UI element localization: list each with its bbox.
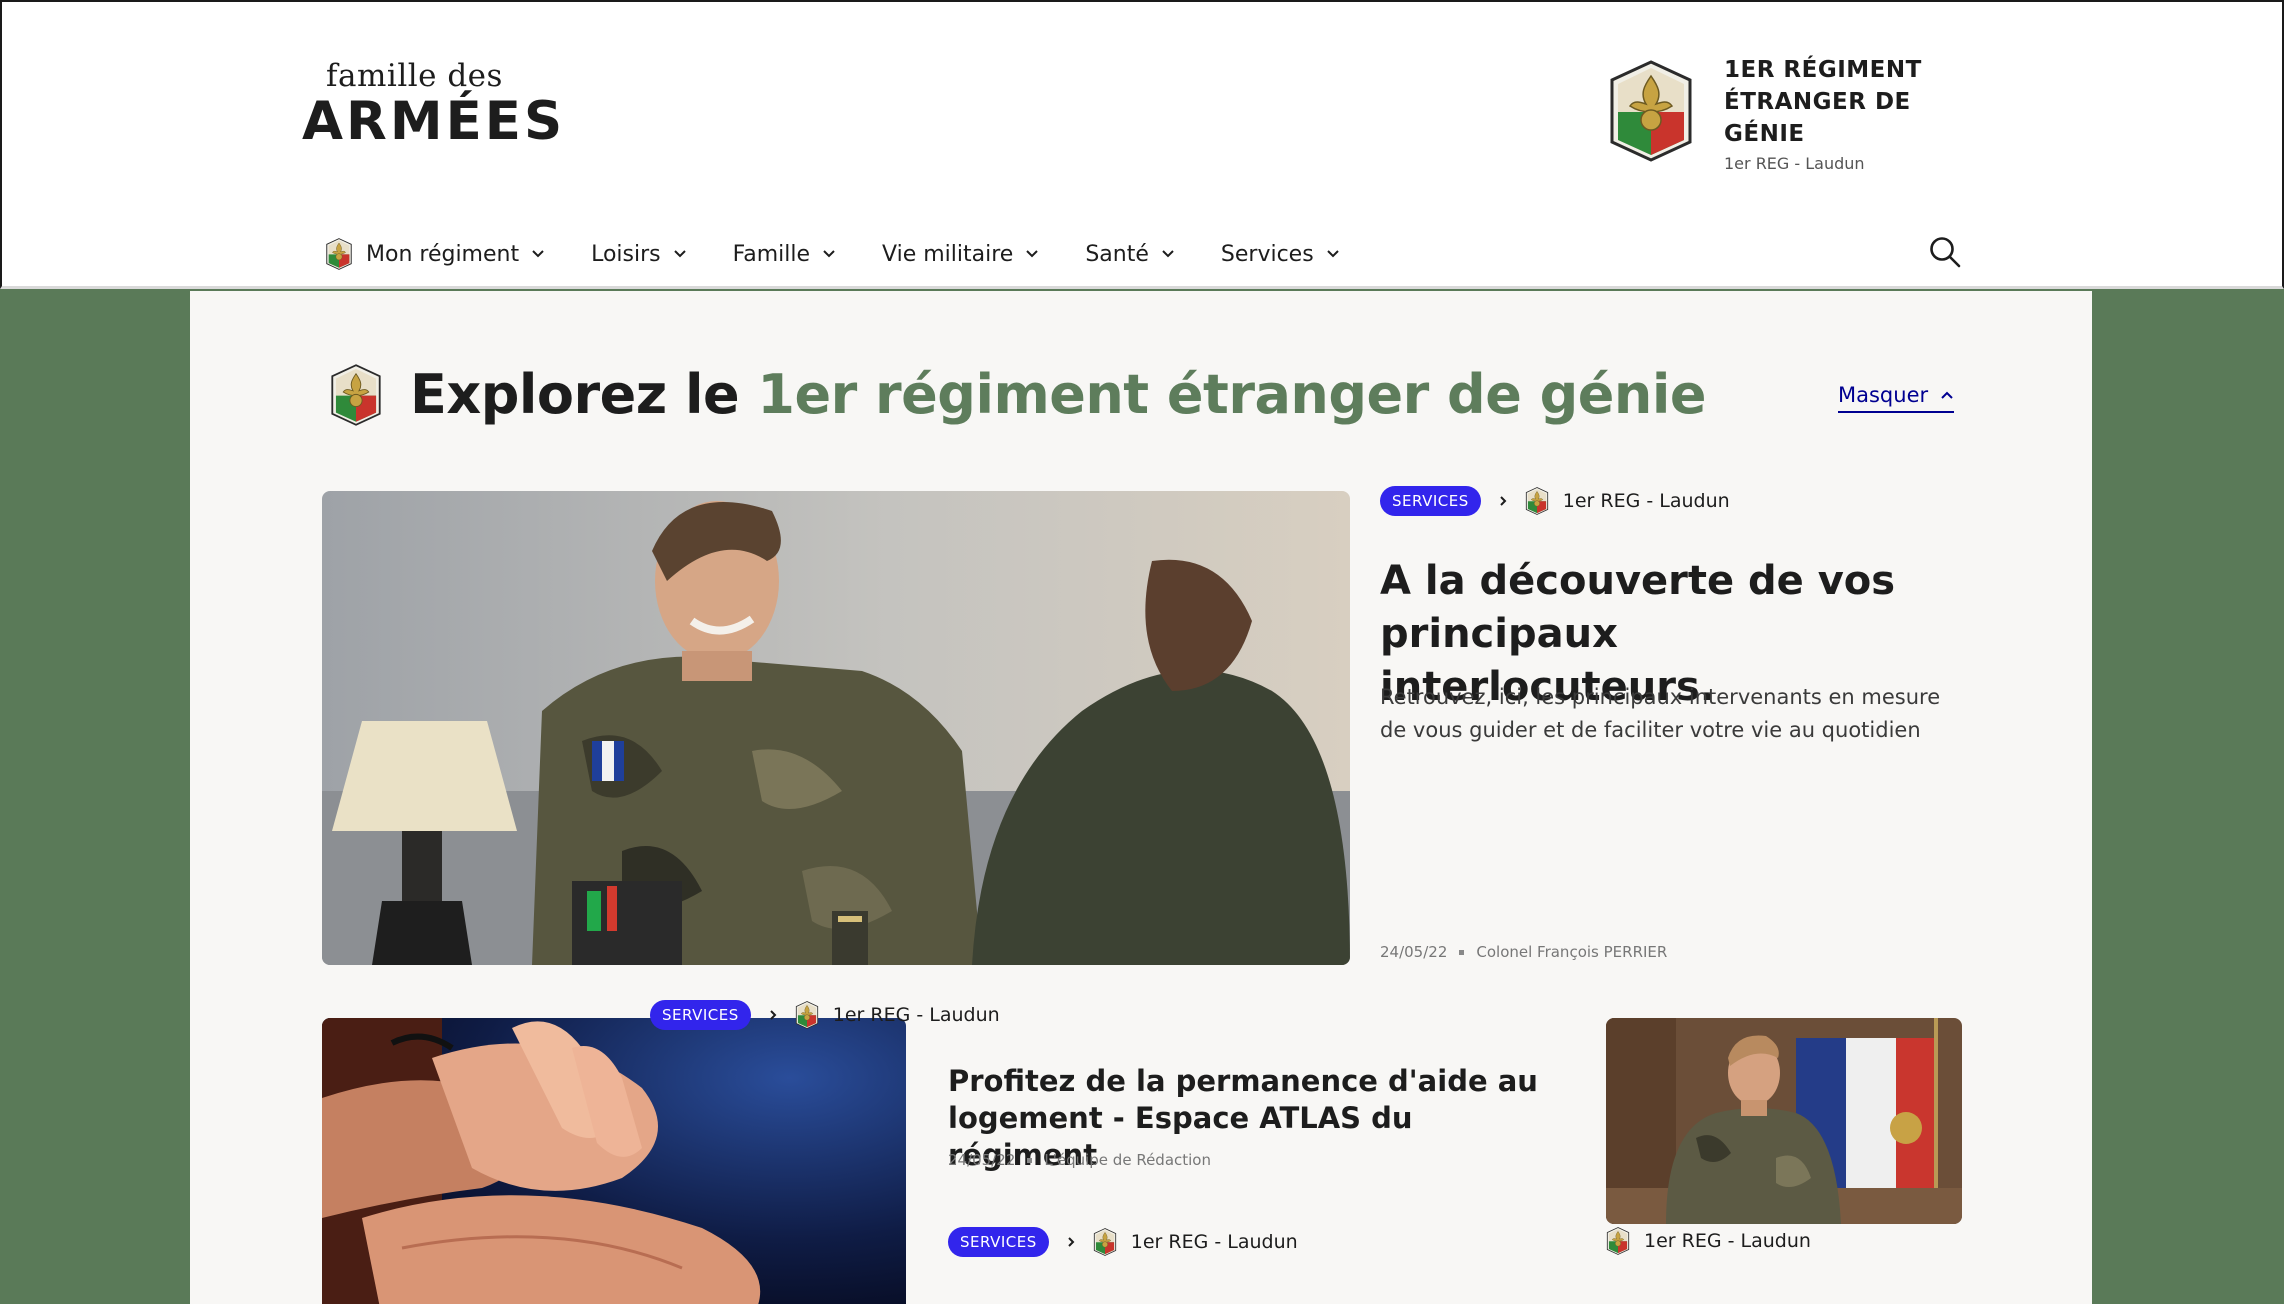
chevron-right-icon xyxy=(1068,1237,1075,1247)
soldier-photo xyxy=(322,491,1350,965)
featured-article-image[interactable] xyxy=(322,491,1350,965)
regiment-badge-icon xyxy=(795,1001,819,1029)
chevron-right-icon xyxy=(770,1010,777,1020)
article-2-meta-row: SERVICES 1er REG - Laudun xyxy=(948,1227,1298,1257)
category-tag[interactable]: SERVICES xyxy=(650,1000,751,1030)
chevron-down-icon xyxy=(1326,250,1339,258)
page-title-prefix: Explorez le xyxy=(410,363,758,426)
featured-article-description: Retrouvez, ici, les principaux intervena… xyxy=(1380,685,1941,742)
nav-item-label: Services xyxy=(1220,241,1314,267)
chevron-down-icon xyxy=(532,250,544,258)
explore-heading: Explorez le 1er régiment étranger de gén… xyxy=(330,363,1706,426)
site-logo[interactable]: famille des ARMÉES xyxy=(302,58,562,150)
article-date: 24/05/22 xyxy=(948,1151,1016,1169)
page-title: Explorez le 1er régiment étranger de gén… xyxy=(410,363,1706,426)
hide-button-label: Masquer xyxy=(1838,383,1929,407)
category-tag[interactable]: SERVICES xyxy=(948,1227,1049,1257)
nav-item-label: Loisirs xyxy=(591,241,661,267)
hands-photo xyxy=(322,1018,906,1304)
nav-item-vie-militaire[interactable]: Vie militaire xyxy=(882,242,1039,267)
regiment-identity[interactable]: 1ER RÉGIMENT ÉTRANGER DE GÉNIE 1er REG -… xyxy=(1610,54,1930,184)
regiment-badge-icon xyxy=(1606,1227,1630,1255)
article-image-officer[interactable] xyxy=(1606,1018,1962,1224)
source-label[interactable]: 1er REG - Laudun xyxy=(1131,1231,1298,1253)
article-1-byline: 24/05/22 L'équipe de Rédaction xyxy=(948,1151,1211,1169)
officer-photo xyxy=(1606,1018,1962,1224)
nav-item-loisirs[interactable]: Loisirs xyxy=(591,242,687,267)
regiment-panel: Explorez le 1er régiment étranger de gén… xyxy=(190,291,2092,1304)
chevron-down-icon xyxy=(1026,250,1039,258)
search-icon[interactable] xyxy=(1928,235,1962,269)
nav-item-sante[interactable]: Santé xyxy=(1085,242,1175,267)
article-3-meta-row: 1er REG - Laudun xyxy=(1606,1227,1811,1255)
featured-meta: SERVICES 1er REG - Laudun xyxy=(1380,486,1730,516)
featured-byline: 24/05/22 Colonel François PERRIER xyxy=(1380,943,1667,961)
chevron-down-icon xyxy=(823,250,835,258)
regiment-subtitle: 1er REG - Laudun xyxy=(1724,154,1865,173)
category-tag[interactable]: SERVICES xyxy=(1380,486,1481,516)
regiment-badge-icon xyxy=(330,364,382,426)
regiment-badge-icon xyxy=(324,238,354,270)
separator-dot xyxy=(1027,1157,1033,1163)
source-label[interactable]: 1er REG - Laudun xyxy=(833,1004,1000,1026)
source-label[interactable]: 1er REG - Laudun xyxy=(1563,490,1730,512)
source-label[interactable]: 1er REG - Laudun xyxy=(1644,1230,1811,1252)
nav-item-label: Santé xyxy=(1085,241,1149,267)
page-title-accent: 1er régiment étranger de génie xyxy=(757,363,1706,426)
nav-item-label: Vie militaire xyxy=(882,241,1014,267)
nav-item-mon-regiment[interactable]: Mon régiment xyxy=(324,238,545,270)
article-date: 24/05/22 xyxy=(1380,943,1448,961)
chevron-down-icon xyxy=(1162,250,1174,258)
chevron-up-icon xyxy=(1941,391,1953,399)
site-header: famille des ARMÉES 1ER RÉGIMENT ÉTRANGER… xyxy=(0,0,2284,289)
regiment-badge-icon xyxy=(1610,60,1692,162)
nav-item-famille[interactable]: Famille xyxy=(733,242,836,267)
article-image-hands[interactable] xyxy=(322,1018,906,1304)
regiment-name: 1ER RÉGIMENT ÉTRANGER DE GÉNIE xyxy=(1724,57,1922,147)
logo-main-text: ARMÉES xyxy=(302,91,566,152)
regiment-badge-icon xyxy=(1525,487,1549,515)
chevron-right-icon xyxy=(1500,496,1507,506)
article-author: L'équipe de Rédaction xyxy=(1044,1151,1211,1169)
nav-item-services[interactable]: Services xyxy=(1221,242,1340,267)
article-author: Colonel François PERRIER xyxy=(1476,943,1668,961)
logo-top-text: famille des xyxy=(326,58,503,94)
hide-button[interactable]: Masquer xyxy=(1838,383,1955,413)
nav-item-label: Famille xyxy=(732,241,811,267)
article-1-meta-row: SERVICES 1er REG - Laudun xyxy=(650,1000,1000,1030)
separator-dot xyxy=(1459,949,1465,955)
nav-item-label: Mon régiment xyxy=(366,241,520,267)
chevron-down-icon xyxy=(673,250,686,258)
main-nav: Mon régiment Loisirs Famille Vie militai… xyxy=(324,234,1386,274)
regiment-badge-icon xyxy=(1093,1228,1117,1256)
